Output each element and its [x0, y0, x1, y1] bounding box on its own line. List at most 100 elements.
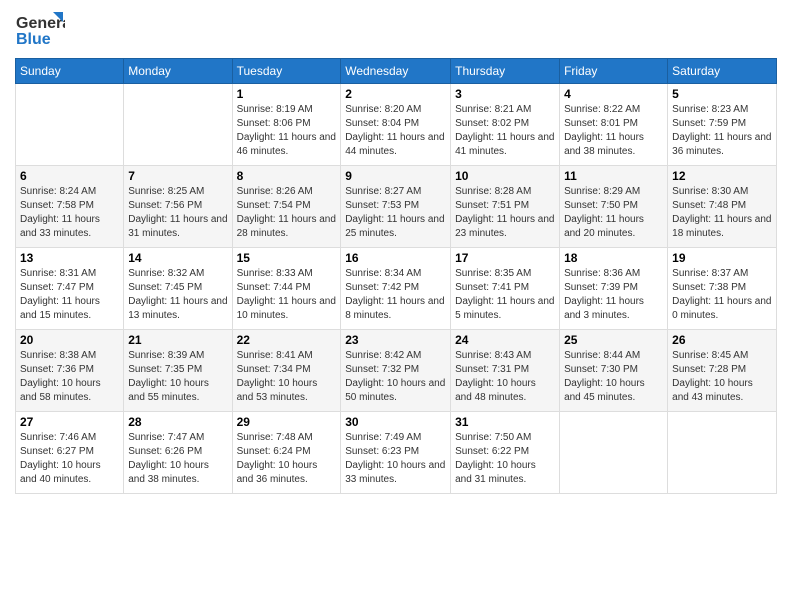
calendar-cell: 17 Sunrise: 8:35 AMSunset: 7:41 PMDayligh… — [451, 248, 560, 330]
day-info: Sunrise: 8:31 AMSunset: 7:47 PMDaylight:… — [20, 267, 119, 323]
day-number: 31 — [455, 415, 555, 429]
day-number: 3 — [455, 87, 555, 101]
calendar-cell: 6 Sunrise: 8:24 AMSunset: 7:58 PMDaylight… — [16, 166, 124, 248]
day-info: Sunrise: 8:26 AMSunset: 7:54 PMDaylight:… — [237, 185, 337, 241]
logo: GeneralBlue — [15, 10, 65, 50]
day-number: 15 — [237, 251, 337, 265]
day-info: Sunrise: 8:24 AMSunset: 7:58 PMDaylight:… — [20, 185, 119, 241]
day-number: 7 — [128, 169, 227, 183]
day-info: Sunrise: 8:42 AMSunset: 7:32 PMDaylight:… — [345, 349, 446, 405]
svg-text:General: General — [16, 15, 65, 32]
day-number: 16 — [345, 251, 446, 265]
day-info: Sunrise: 7:48 AMSunset: 6:24 PMDaylight:… — [237, 431, 337, 487]
day-info: Sunrise: 8:43 AMSunset: 7:31 PMDaylight:… — [455, 349, 555, 405]
day-number: 30 — [345, 415, 446, 429]
calendar-cell: 9 Sunrise: 8:27 AMSunset: 7:53 PMDaylight… — [341, 166, 451, 248]
day-of-week-header: Tuesday — [232, 59, 341, 84]
calendar-cell: 31 Sunrise: 7:50 AMSunset: 6:22 PMDayligh… — [451, 412, 560, 494]
calendar-table: SundayMondayTuesdayWednesdayThursdayFrid… — [15, 58, 777, 494]
page-header: GeneralBlue — [15, 10, 777, 50]
day-number: 22 — [237, 333, 337, 347]
day-of-week-header: Monday — [124, 59, 232, 84]
calendar-cell — [16, 84, 124, 166]
day-number: 13 — [20, 251, 119, 265]
day-number: 8 — [237, 169, 337, 183]
day-info: Sunrise: 7:46 AMSunset: 6:27 PMDaylight:… — [20, 431, 119, 487]
calendar-cell — [124, 84, 232, 166]
calendar-cell: 3 Sunrise: 8:21 AMSunset: 8:02 PMDaylight… — [451, 84, 560, 166]
day-number: 1 — [237, 87, 337, 101]
day-number: 26 — [672, 333, 772, 347]
calendar-cell: 26 Sunrise: 8:45 AMSunset: 7:28 PMDayligh… — [668, 330, 777, 412]
day-info: Sunrise: 7:47 AMSunset: 6:26 PMDaylight:… — [128, 431, 227, 487]
day-number: 24 — [455, 333, 555, 347]
calendar-week-row: 27Sunrise: 7:46 AMSunset: 6:27 PMDayligh… — [16, 412, 777, 494]
day-number: 14 — [128, 251, 227, 265]
calendar-cell: 5Sunrise: 8:23 AMSunset: 7:59 PMDaylight… — [668, 84, 777, 166]
calendar-week-row: 1 Sunrise: 8:19 AMSunset: 8:06 PMDaylight… — [16, 84, 777, 166]
day-info: Sunrise: 8:29 AMSunset: 7:50 PMDaylight:… — [564, 185, 663, 241]
calendar-cell: 18 Sunrise: 8:36 AMSunset: 7:39 PMDayligh… — [560, 248, 668, 330]
day-number: 18 — [564, 251, 663, 265]
calendar-cell: 20Sunrise: 8:38 AMSunset: 7:36 PMDayligh… — [16, 330, 124, 412]
day-number: 4 — [564, 87, 663, 101]
calendar-cell: 1 Sunrise: 8:19 AMSunset: 8:06 PMDaylight… — [232, 84, 341, 166]
calendar-week-row: 20Sunrise: 8:38 AMSunset: 7:36 PMDayligh… — [16, 330, 777, 412]
day-of-week-header: Sunday — [16, 59, 124, 84]
calendar-cell: 7Sunrise: 8:25 AMSunset: 7:56 PMDaylight… — [124, 166, 232, 248]
calendar-cell: 16 Sunrise: 8:34 AMSunset: 7:42 PMDayligh… — [341, 248, 451, 330]
day-info: Sunrise: 8:21 AMSunset: 8:02 PMDaylight:… — [455, 103, 555, 159]
day-of-week-header: Saturday — [668, 59, 777, 84]
day-info: Sunrise: 8:44 AMSunset: 7:30 PMDaylight:… — [564, 349, 663, 405]
day-info: Sunrise: 8:27 AMSunset: 7:53 PMDaylight:… — [345, 185, 446, 241]
day-info: Sunrise: 8:41 AMSunset: 7:34 PMDaylight:… — [237, 349, 337, 405]
calendar-cell: 22 Sunrise: 8:41 AMSunset: 7:34 PMDayligh… — [232, 330, 341, 412]
day-info: Sunrise: 8:36 AMSunset: 7:39 PMDaylight:… — [564, 267, 663, 323]
day-number: 6 — [20, 169, 119, 183]
day-info: Sunrise: 7:50 AMSunset: 6:22 PMDaylight:… — [455, 431, 555, 487]
day-info: Sunrise: 8:37 AMSunset: 7:38 PMDaylight:… — [672, 267, 772, 323]
calendar-week-row: 13 Sunrise: 8:31 AMSunset: 7:47 PMDayligh… — [16, 248, 777, 330]
day-number: 2 — [345, 87, 446, 101]
calendar-cell — [668, 412, 777, 494]
day-info: Sunrise: 8:35 AMSunset: 7:41 PMDaylight:… — [455, 267, 555, 323]
day-info: Sunrise: 8:23 AMSunset: 7:59 PMDaylight:… — [672, 103, 772, 159]
day-info: Sunrise: 7:49 AMSunset: 6:23 PMDaylight:… — [345, 431, 446, 487]
day-number: 9 — [345, 169, 446, 183]
calendar-cell: 15 Sunrise: 8:33 AMSunset: 7:44 PMDayligh… — [232, 248, 341, 330]
calendar-cell: 14Sunrise: 8:32 AMSunset: 7:45 PMDayligh… — [124, 248, 232, 330]
day-number: 19 — [672, 251, 772, 265]
day-info: Sunrise: 8:34 AMSunset: 7:42 PMDaylight:… — [345, 267, 446, 323]
calendar-cell: 2 Sunrise: 8:20 AMSunset: 8:04 PMDaylight… — [341, 84, 451, 166]
day-of-week-header: Wednesday — [341, 59, 451, 84]
calendar-cell — [560, 412, 668, 494]
calendar-cell: 8 Sunrise: 8:26 AMSunset: 7:54 PMDaylight… — [232, 166, 341, 248]
calendar-cell: 27Sunrise: 7:46 AMSunset: 6:27 PMDayligh… — [16, 412, 124, 494]
day-number: 12 — [672, 169, 772, 183]
calendar-cell: 29 Sunrise: 7:48 AMSunset: 6:24 PMDayligh… — [232, 412, 341, 494]
day-number: 11 — [564, 169, 663, 183]
calendar-cell: 24 Sunrise: 8:43 AMSunset: 7:31 PMDayligh… — [451, 330, 560, 412]
calendar-cell: 10 Sunrise: 8:28 AMSunset: 7:51 PMDayligh… — [451, 166, 560, 248]
day-number: 10 — [455, 169, 555, 183]
day-number: 17 — [455, 251, 555, 265]
day-info: Sunrise: 8:22 AMSunset: 8:01 PMDaylight:… — [564, 103, 663, 159]
calendar-week-row: 6 Sunrise: 8:24 AMSunset: 7:58 PMDaylight… — [16, 166, 777, 248]
calendar-cell: 13 Sunrise: 8:31 AMSunset: 7:47 PMDayligh… — [16, 248, 124, 330]
calendar-cell: 19 Sunrise: 8:37 AMSunset: 7:38 PMDayligh… — [668, 248, 777, 330]
calendar-cell: 21Sunrise: 8:39 AMSunset: 7:35 PMDayligh… — [124, 330, 232, 412]
calendar-cell: 25Sunrise: 8:44 AMSunset: 7:30 PMDayligh… — [560, 330, 668, 412]
day-info: Sunrise: 8:33 AMSunset: 7:44 PMDaylight:… — [237, 267, 337, 323]
day-of-week-header: Friday — [560, 59, 668, 84]
day-number: 23 — [345, 333, 446, 347]
day-info: Sunrise: 8:19 AMSunset: 8:06 PMDaylight:… — [237, 103, 337, 159]
day-info: Sunrise: 8:39 AMSunset: 7:35 PMDaylight:… — [128, 349, 227, 405]
day-info: Sunrise: 8:28 AMSunset: 7:51 PMDaylight:… — [455, 185, 555, 241]
day-number: 29 — [237, 415, 337, 429]
day-of-week-header: Thursday — [451, 59, 560, 84]
day-number: 28 — [128, 415, 227, 429]
day-number: 20 — [20, 333, 119, 347]
day-info: Sunrise: 8:45 AMSunset: 7:28 PMDaylight:… — [672, 349, 772, 405]
day-info: Sunrise: 8:20 AMSunset: 8:04 PMDaylight:… — [345, 103, 446, 159]
calendar-cell: 23 Sunrise: 8:42 AMSunset: 7:32 PMDayligh… — [341, 330, 451, 412]
